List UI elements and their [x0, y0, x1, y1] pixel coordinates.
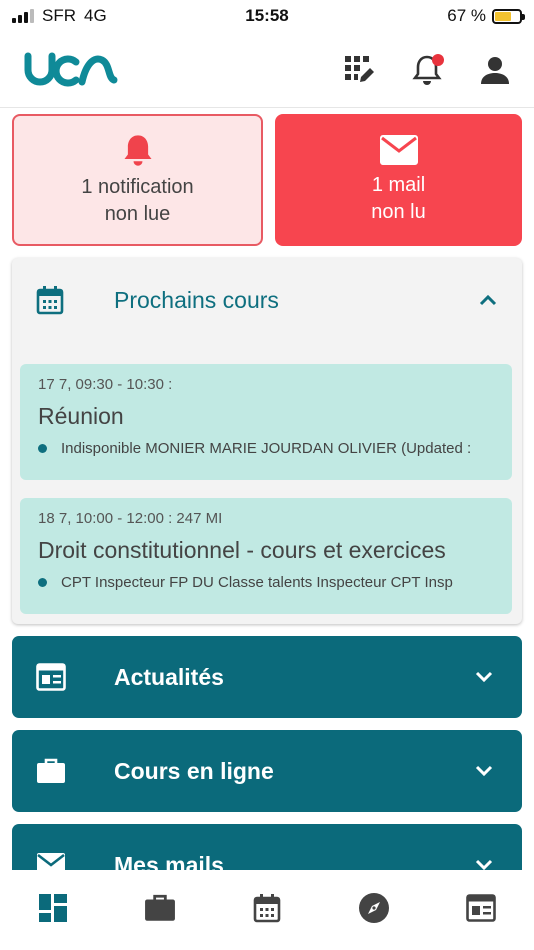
mails-card[interactable]: 1 mail non lu [275, 114, 522, 246]
unread-dot [432, 53, 444, 66]
section-actualites[interactable]: Actualités [12, 636, 522, 718]
bell-icon [124, 135, 151, 166]
grid-edit-icon[interactable] [340, 51, 378, 89]
prochains-cours-panel: Prochains cours 17 7, 09:30 - 10:30 : Ré… [12, 258, 522, 624]
network-label: 4G [84, 6, 107, 25]
mails-count: 1 mail [371, 174, 426, 196]
battery-percent: 67 % [447, 6, 486, 25]
section-title: Cours en ligne [114, 757, 274, 784]
dashboard-icon [39, 894, 68, 922]
uca-logo [24, 52, 118, 86]
course-item[interactable]: 18 7, 10:00 - 12:00 : 247 MI Droit const… [20, 498, 512, 614]
briefcase-icon [37, 758, 65, 783]
compass-icon [358, 893, 389, 923]
calendar-icon [253, 894, 281, 923]
briefcase-icon [145, 894, 176, 921]
nav-calendar[interactable] [237, 878, 297, 938]
section-title: Actualités [114, 663, 224, 690]
notifications-status: non lue [104, 203, 171, 225]
section-cours-en-ligne[interactable]: Cours en ligne [12, 730, 522, 812]
battery-icon [492, 8, 525, 24]
signal-icon [12, 9, 34, 23]
newspaper-icon [36, 663, 66, 691]
user-icon[interactable] [476, 51, 514, 89]
course-details: CPT Inspecteur FP DU Classe talents Insp… [38, 574, 494, 591]
carrier-label: SFR [42, 6, 76, 25]
mails-status: non lu [371, 201, 426, 223]
app-header [0, 32, 534, 108]
status-bar: SFR 4G 15:58 67 % [0, 0, 534, 32]
newspaper-icon [465, 894, 496, 922]
prochains-cours-header[interactable]: Prochains cours [12, 258, 522, 342]
summary-cards: 1 notification non lue 1 mail non lu [12, 114, 522, 246]
chevron-down-icon [475, 671, 493, 683]
notifications-card[interactable]: 1 notification non lue [12, 114, 263, 246]
chevron-down-icon [475, 765, 493, 777]
mail-icon [379, 135, 418, 165]
bottom-nav [0, 870, 534, 950]
course-participants: Indisponible MONIER MARIE JOURDAN OLIVIE… [61, 440, 472, 457]
chevron-up-icon[interactable] [478, 293, 498, 307]
bullet-icon [38, 444, 47, 453]
section-title: Prochains cours [114, 286, 279, 313]
notifications-count: 1 notification [81, 176, 194, 198]
course-participants: CPT Inspecteur FP DU Classe talents Insp… [61, 574, 453, 591]
course-details: Indisponible MONIER MARIE JOURDAN OLIVIE… [38, 440, 494, 457]
notifications-button[interactable] [408, 51, 446, 89]
course-time: 17 7, 09:30 - 10:30 : [38, 376, 173, 393]
course-title: Réunion [38, 403, 124, 429]
bullet-icon [38, 578, 47, 587]
course-item[interactable]: 17 7, 09:30 - 10:30 : Réunion Indisponib… [20, 364, 512, 480]
nav-dashboard[interactable] [23, 878, 83, 938]
course-time: 18 7, 10:00 - 12:00 : 247 MI [38, 510, 223, 527]
nav-news[interactable] [451, 878, 511, 938]
calendar-icon [36, 286, 64, 315]
nav-cours-en-ligne[interactable] [130, 878, 190, 938]
nav-explore[interactable] [344, 878, 404, 938]
course-title: Droit constitutionnel - cours et exercic… [38, 537, 446, 563]
